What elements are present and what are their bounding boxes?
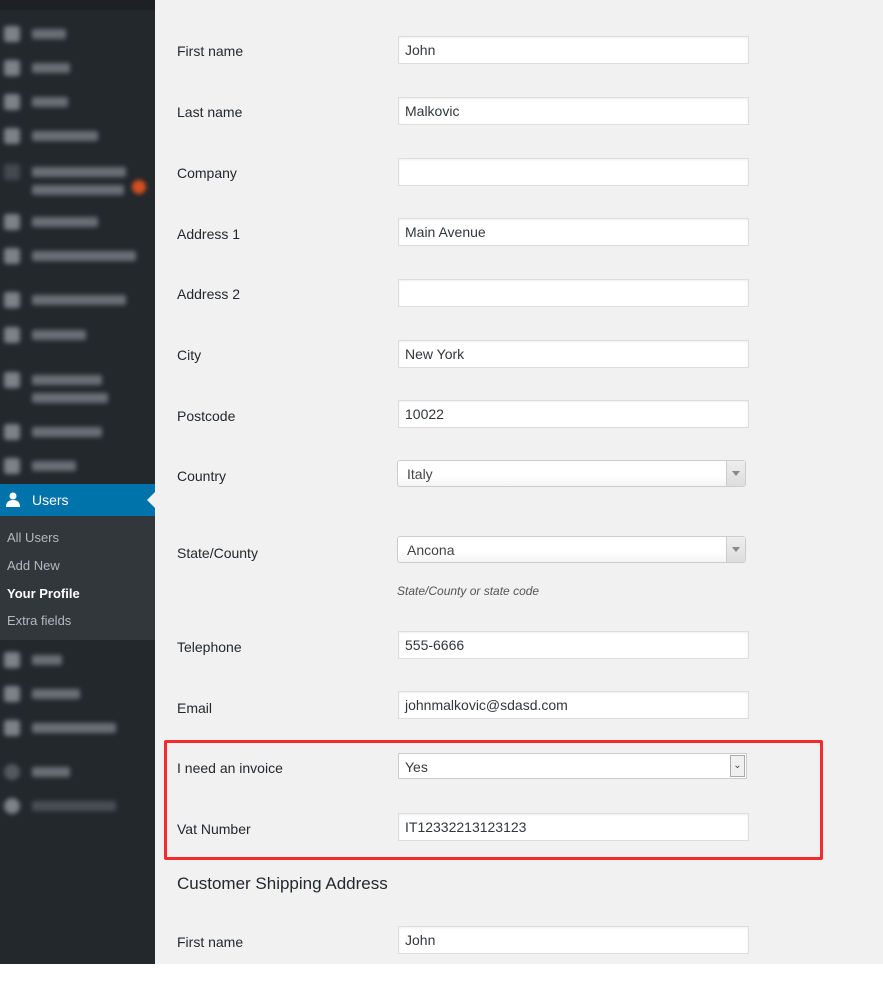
- chevron-down-icon[interactable]: [726, 461, 745, 486]
- submenu-extra-fields[interactable]: Extra fields: [7, 613, 71, 628]
- admin-sidebar: Users All Users Add New Your Profile Ext…: [0, 0, 155, 964]
- sidebar-top: [0, 0, 155, 10]
- billing-email-input[interactable]: johnmalkovic@sdasd.com: [398, 691, 749, 719]
- country-label: Country: [177, 468, 227, 484]
- address-2-label: Address 2: [177, 286, 241, 302]
- blurred-menu-item[interactable]: [0, 325, 110, 345]
- telephone-label: Telephone: [177, 639, 242, 655]
- email-label: Email: [177, 700, 213, 716]
- blurred-menu-item[interactable]: [0, 24, 90, 44]
- shipping-section-title: Customer Shipping Address: [177, 874, 388, 893]
- first-name-label: First name: [177, 43, 244, 59]
- shipping-first-name-label: First name: [177, 934, 244, 950]
- submenu-all-users[interactable]: All Users: [7, 530, 59, 545]
- blurred-menu-item[interactable]: [0, 162, 140, 182]
- blurred-menu-item[interactable]: [0, 388, 120, 408]
- blurred-menu-item[interactable]: [0, 762, 100, 782]
- notification-badge: [132, 180, 146, 194]
- blurred-menu-item[interactable]: [0, 180, 140, 200]
- billing-telephone-input[interactable]: 555-6666: [398, 631, 749, 659]
- billing-address-2-input[interactable]: [398, 279, 749, 307]
- blurred-menu-item[interactable]: [0, 126, 110, 146]
- postcode-label: Postcode: [177, 408, 236, 424]
- billing-postcode-input[interactable]: 10022: [398, 400, 749, 428]
- collapse-menu[interactable]: [0, 796, 130, 816]
- submenu-add-new[interactable]: Add New: [7, 558, 60, 573]
- blurred-menu-item[interactable]: [0, 290, 140, 310]
- blurred-menu-item[interactable]: [0, 650, 90, 670]
- state-help-text: State/County or state code: [397, 584, 540, 598]
- billing-city-input[interactable]: New York: [398, 340, 749, 368]
- blurred-menu-item[interactable]: [0, 370, 120, 390]
- blurred-menu-item[interactable]: [0, 422, 120, 442]
- billing-company-input[interactable]: [398, 158, 749, 186]
- address-1-label: Address 1: [177, 226, 241, 242]
- last-name-label: Last name: [177, 104, 243, 120]
- company-label: Company: [177, 165, 237, 181]
- blurred-menu-item[interactable]: [0, 456, 100, 476]
- highlight-box: [164, 740, 823, 860]
- billing-state-select[interactable]: Ancona: [397, 536, 746, 563]
- user-icon: [6, 492, 20, 507]
- billing-first-name-input[interactable]: John: [398, 36, 749, 64]
- billing-last-name-input[interactable]: Malkovic: [398, 97, 749, 125]
- blurred-menu-item[interactable]: [0, 718, 130, 738]
- users-submenu: All Users Add New Your Profile Extra fie…: [0, 516, 155, 640]
- state-value: Ancona: [407, 542, 455, 558]
- current-indicator: [147, 492, 155, 508]
- submenu-your-profile[interactable]: Your Profile: [7, 586, 80, 601]
- blurred-menu-item[interactable]: [0, 212, 110, 232]
- sidebar-item-users[interactable]: Users: [0, 484, 155, 516]
- state-label: State/County: [177, 545, 258, 561]
- country-value: Italy: [407, 466, 433, 482]
- billing-country-select[interactable]: Italy: [397, 460, 746, 487]
- billing-address-1-input[interactable]: Main Avenue: [398, 218, 749, 246]
- chevron-down-icon[interactable]: [726, 537, 745, 562]
- blurred-menu-item[interactable]: [0, 92, 90, 112]
- shipping-first-name-input[interactable]: John: [398, 926, 749, 954]
- city-label: City: [177, 347, 202, 363]
- blurred-menu-item[interactable]: [0, 58, 90, 78]
- sidebar-item-label: Users: [32, 492, 69, 508]
- blurred-menu-item[interactable]: [0, 246, 140, 266]
- blurred-menu-item[interactable]: [0, 684, 100, 704]
